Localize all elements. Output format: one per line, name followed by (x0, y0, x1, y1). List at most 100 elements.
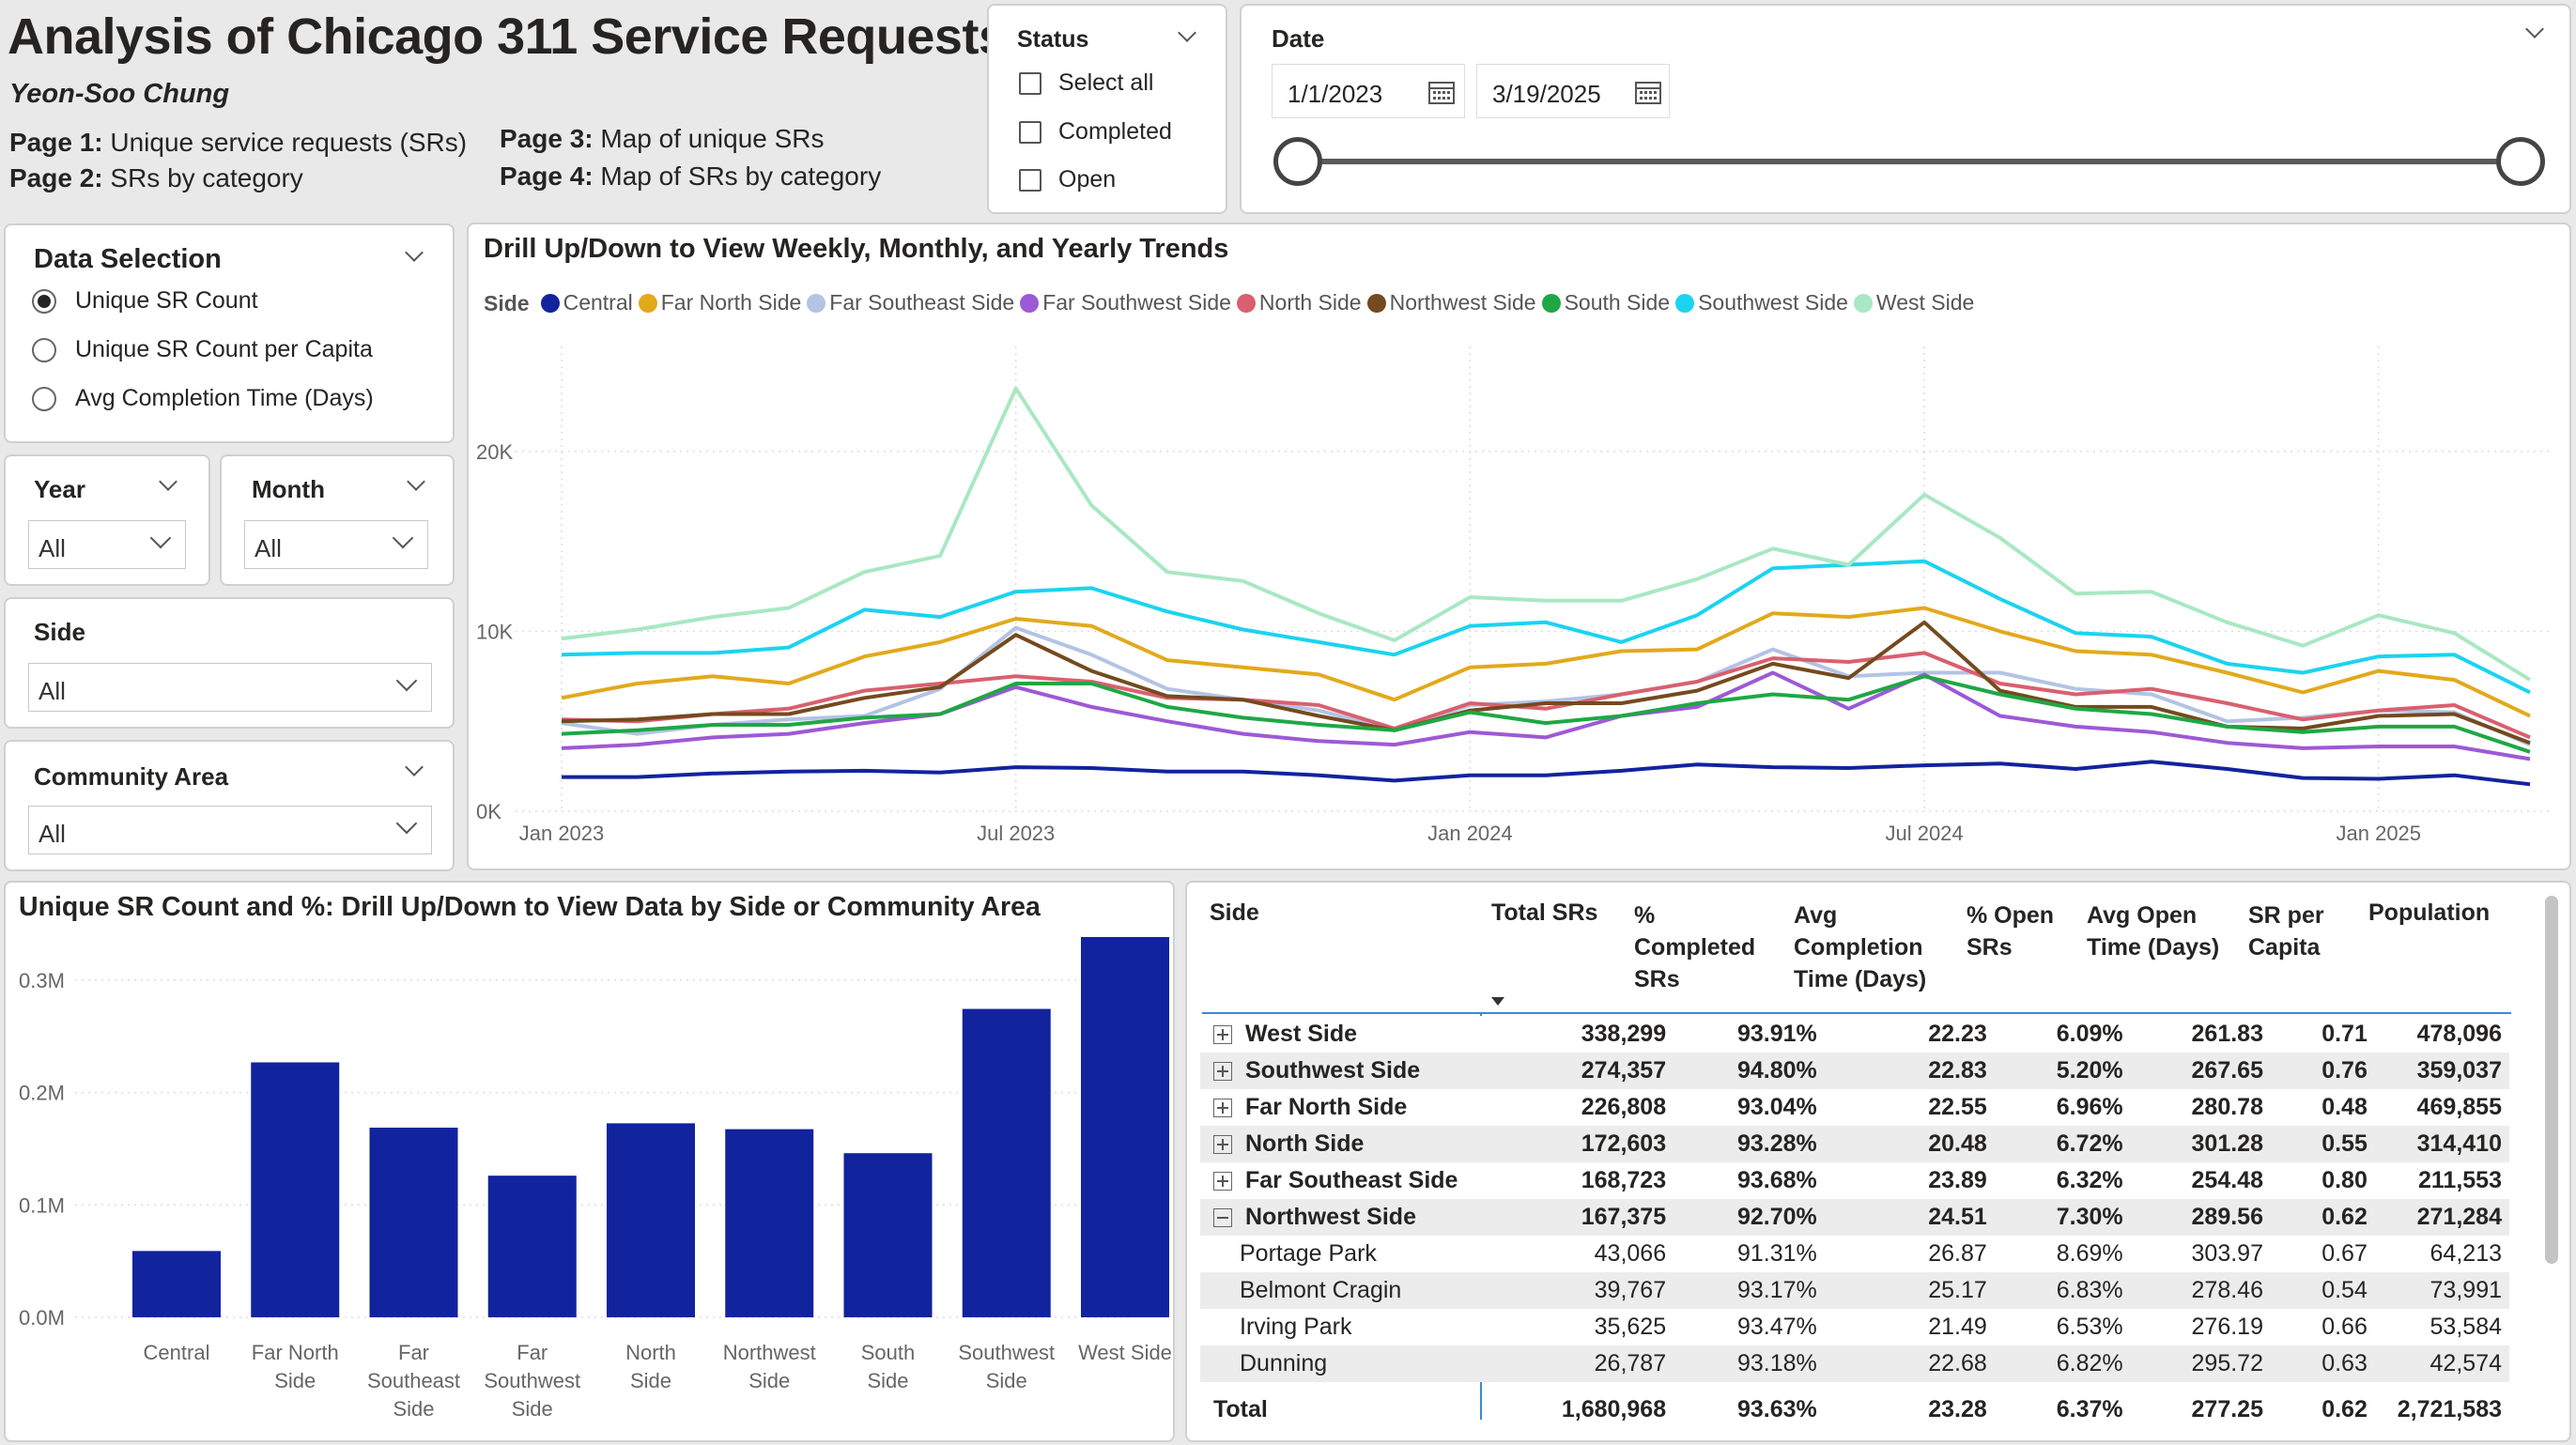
start-date-input[interactable]: 1/1/2023 (1272, 64, 1465, 118)
bar[interactable] (369, 1128, 458, 1317)
cell-value: 93.04% (1736, 1094, 1817, 1120)
table-row[interactable]: Far Southeast Side 168,723 93.68% 23.89 6.32… (1200, 1162, 2509, 1199)
checkbox[interactable] (1019, 168, 1041, 192)
table-row[interactable]: Dunning 26,787 93.18% 22.68 6.82% 295.72 0.63 4… (1200, 1345, 2509, 1382)
trend-line-plot[interactable]: 0K 10K 20K Jan 2023 Jul 2023 Jan 2024 Jul 2024… (469, 224, 2569, 869)
bar[interactable] (132, 1251, 221, 1317)
page-title: Analysis of Chicago 311 Service Requests (8, 8, 1007, 65)
matrix-header-avg-completion[interactable]: Avg Completion Time (Days) (1794, 899, 1944, 995)
matrix-header-avg-open[interactable]: Avg Open Time (Days) (2087, 899, 2237, 963)
cell-value: 0.63 (2321, 1350, 2368, 1376)
chevron-down-icon[interactable] (407, 472, 425, 491)
bar[interactable] (962, 1008, 1051, 1317)
cell-value: 271,284 (2416, 1204, 2502, 1230)
matrix-header-pct-completed[interactable]: % Completed SRs (1634, 899, 1755, 995)
table-row[interactable]: Belmont Cragin 39,767 93.17% 25.17 6.83% 278.… (1200, 1272, 2509, 1309)
page-guide-item: Page 4: Map of SRs by category (500, 161, 882, 191)
series-line[interactable] (562, 760, 2531, 787)
expand-icon[interactable] (1213, 1062, 1232, 1082)
table-row[interactable]: Far North Side 226,808 93.04% 22.55 6.96% 280… (1200, 1089, 2509, 1126)
radio-button[interactable] (32, 288, 56, 314)
vertical-scrollbar[interactable] (2545, 896, 2558, 1264)
page-guide-item: Page 2: SRs by category (9, 163, 303, 192)
radio-unique-sr-per-capita[interactable]: Unique SR Count per Capita (32, 336, 373, 363)
date-range-end-handle[interactable] (2496, 137, 2545, 186)
chevron-down-icon[interactable] (2525, 20, 2544, 38)
side-bar-plot[interactable]: 0.0M 0.1M 0.2M 0.3M Central Far North Side Far S… (6, 883, 1173, 1440)
expand-icon[interactable] (1213, 1135, 1232, 1155)
table-row[interactable]: West Side 338,299 93.91% 22.23 6.09% 261.83 0.… (1200, 1016, 2509, 1053)
cell-value: 23.89 (1928, 1167, 1987, 1193)
cell-value: 22.55 (1928, 1094, 1987, 1120)
month-dropdown[interactable]: All (244, 520, 428, 569)
matrix-header-population[interactable]: Population (2368, 899, 2490, 927)
date-range-start-handle[interactable] (1273, 137, 1322, 186)
radio-avg-completion-time[interactable]: Avg Completion Time (Days) (32, 385, 374, 412)
expand-icon[interactable] (1213, 1099, 1232, 1118)
cell-value: 43,066 (1594, 1240, 1667, 1267)
expand-icon[interactable] (1213, 1172, 1232, 1191)
status-option-select-all[interactable]: Select all (1019, 69, 1153, 97)
table-row[interactable]: Southwest Side 274,357 94.80% 22.83 5.20% 267… (1200, 1053, 2509, 1089)
radio-unique-sr-count[interactable]: Unique SR Count (32, 287, 258, 315)
cell-value: 93.91% (1736, 1021, 1817, 1047)
row-label: Irving Park (1240, 1314, 1352, 1340)
matrix-header-total-srs[interactable]: Total SRs (1491, 899, 1597, 927)
bar[interactable] (487, 1176, 577, 1317)
cell-value: 5.20% (2056, 1057, 2123, 1084)
cell-value: 478,096 (2416, 1021, 2502, 1047)
bar[interactable] (843, 1153, 933, 1317)
header-divider (1202, 1012, 2511, 1014)
month-slicer-title: Month (252, 475, 325, 503)
checkbox[interactable] (1019, 120, 1041, 144)
bar[interactable] (251, 1062, 340, 1317)
status-option-completed[interactable]: Completed (1019, 118, 1172, 146)
series-line[interactable] (561, 674, 2531, 754)
bar[interactable] (1081, 937, 1169, 1317)
date-range-track[interactable] (1298, 159, 2509, 164)
radio-button[interactable] (32, 337, 56, 362)
community-area-slicer: Community Area All (4, 740, 455, 871)
matrix-header-side[interactable]: Side (1210, 899, 1259, 927)
row-label: Northwest Side (1200, 1199, 1515, 1236)
chevron-down-icon[interactable] (405, 758, 424, 776)
cell-value: 53,584 (2429, 1314, 2502, 1340)
radio-button[interactable] (32, 386, 56, 411)
y-tick-label: 0.3M (19, 969, 65, 992)
table-row[interactable]: Irving Park 35,625 93.47% 21.49 6.53% 276.19 0… (1200, 1309, 2509, 1345)
cell-value: 211,553 (2418, 1167, 2502, 1193)
cell-value: 1,680,968 (1561, 1396, 1667, 1422)
chevron-down-icon[interactable] (159, 472, 177, 491)
chevron-down-icon[interactable] (405, 243, 424, 262)
cell-value: 0.54 (2321, 1277, 2368, 1303)
chevron-down-icon[interactable] (1178, 23, 1196, 42)
calendar-icon[interactable] (1428, 80, 1455, 104)
x-tick-label: West Side (1078, 1341, 1172, 1364)
series-line[interactable] (561, 386, 2532, 682)
expand-icon[interactable] (1213, 1025, 1232, 1045)
table-row[interactable]: Northwest Side 167,375 92.70% 24.51 7.30% 289… (1200, 1199, 2509, 1236)
side-dropdown[interactable]: All (28, 663, 432, 712)
table-row[interactable]: Portage Park 43,066 91.31% 26.87 8.69% 303.97… (1200, 1236, 2509, 1272)
community-area-dropdown[interactable]: All (28, 806, 432, 854)
matrix-header-pct-open[interactable]: % Open SRs (1967, 899, 2070, 963)
checkbox[interactable] (1019, 71, 1041, 95)
calendar-icon[interactable] (1635, 80, 1661, 104)
collapse-icon[interactable] (1213, 1208, 1232, 1228)
chevron-down-icon (395, 669, 418, 692)
cell-value: 24.51 (1928, 1204, 1987, 1230)
x-tick-label: Jan 2024 (1427, 822, 1513, 845)
bar[interactable] (607, 1123, 695, 1317)
side-slicer: Side All (4, 597, 455, 729)
cell-value: 26,787 (1594, 1350, 1667, 1376)
status-option-open[interactable]: Open (1019, 166, 1116, 193)
cell-value: 2,721,583 (2397, 1396, 2502, 1422)
bar[interactable] (725, 1129, 814, 1317)
table-total-row[interactable]: Total 1,680,968 93.63% 23.28 6.37% 277.25 0.62… (1200, 1391, 2509, 1428)
end-date-input[interactable]: 3/19/2025 (1476, 64, 1670, 118)
year-dropdown[interactable]: All (28, 520, 186, 569)
cell-value: 6.72% (2056, 1130, 2123, 1157)
matrix-header-sr-per-capita[interactable]: SR per Capita (2248, 899, 2342, 963)
table-row[interactable]: North Side 172,603 93.28% 20.48 6.72% 301.28 0… (1200, 1126, 2509, 1162)
series-line[interactable] (561, 559, 2531, 695)
